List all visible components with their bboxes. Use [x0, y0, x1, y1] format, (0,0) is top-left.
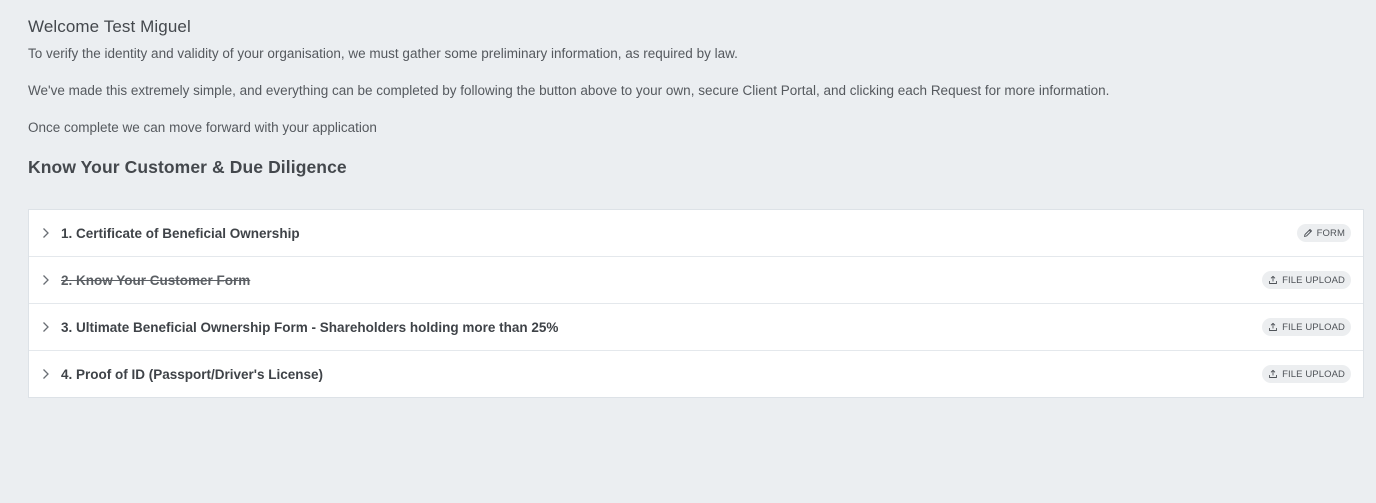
welcome-heading: Welcome Test Miguel — [28, 17, 191, 36]
badge-label: FILE UPLOAD — [1282, 274, 1345, 286]
request-type-badge: FILE UPLOAD — [1262, 318, 1351, 336]
request-title: 2. Know Your Customer Form — [61, 272, 251, 288]
request-row-2[interactable]: 2. Know Your Customer Form FILE UPLOAD — [29, 257, 1363, 304]
upload-icon — [1268, 322, 1278, 332]
chevron-right-icon[interactable] — [41, 369, 51, 379]
request-type-badge: FILE UPLOAD — [1262, 365, 1351, 383]
request-list: 1. Certificate of Beneficial Ownership F… — [28, 209, 1364, 398]
intro-paragraph-3: Once complete we can move forward with y… — [28, 120, 377, 135]
chevron-right-icon[interactable] — [41, 275, 51, 285]
request-row-1[interactable]: 1. Certificate of Beneficial Ownership F… — [29, 210, 1363, 257]
chevron-right-icon[interactable] — [41, 322, 51, 332]
request-title: 3. Ultimate Beneficial Ownership Form - … — [61, 319, 559, 335]
intro-paragraph-2: We've made this extremely simple, and ev… — [28, 83, 1110, 98]
request-title: 4. Proof of ID (Passport/Driver's Licens… — [61, 366, 324, 382]
upload-icon — [1268, 369, 1278, 379]
pencil-icon — [1303, 228, 1313, 238]
request-title: 1. Certificate of Beneficial Ownership — [61, 225, 300, 241]
badge-label: FILE UPLOAD — [1282, 368, 1345, 380]
badge-label: FORM — [1316, 227, 1345, 239]
upload-icon — [1268, 275, 1278, 285]
section-title: Know Your Customer & Due Diligence — [28, 157, 347, 177]
request-type-badge: FILE UPLOAD — [1262, 271, 1351, 289]
request-row-4[interactable]: 4. Proof of ID (Passport/Driver's Licens… — [29, 351, 1363, 397]
request-row-3[interactable]: 3. Ultimate Beneficial Ownership Form - … — [29, 304, 1363, 351]
request-type-badge: FORM — [1296, 224, 1351, 242]
chevron-right-icon[interactable] — [41, 228, 51, 238]
intro-paragraph-1: To verify the identity and validity of y… — [28, 46, 738, 61]
badge-label: FILE UPLOAD — [1282, 321, 1345, 333]
